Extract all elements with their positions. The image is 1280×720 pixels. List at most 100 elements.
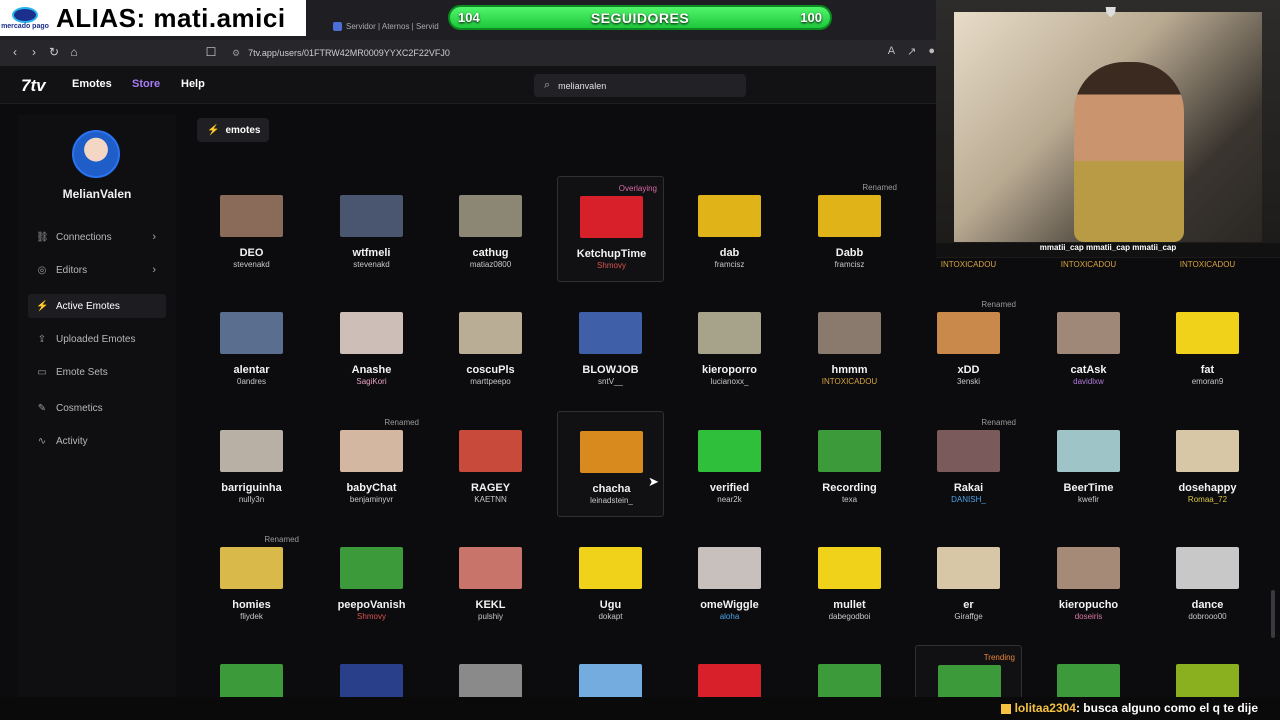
emote-card[interactable]: wtfmeli stevenakd [318, 176, 425, 282]
emote-owner[interactable]: leinadstein_ [558, 496, 665, 505]
emote-owner[interactable]: 0andres [198, 377, 305, 386]
emote-card[interactable]: coscuPls marttpeepo [437, 293, 544, 399]
emote-card[interactable]: RAGEY KAETNN [437, 411, 544, 517]
emote-card[interactable]: Anashe SagiKori [318, 293, 425, 399]
emote-owner[interactable]: INTOXICADOU [1035, 260, 1142, 269]
emote-tag: Renamed [384, 418, 419, 427]
sidebar-item-editors[interactable]: ◎ Editors › [28, 258, 166, 282]
emote-card[interactable]: barriguinha nully3n [198, 411, 305, 517]
emote-card[interactable]: verified near2k [676, 411, 783, 517]
emote-card[interactable]: chacha leinadstein_ [557, 411, 664, 517]
emote-owner[interactable]: kwefir [1035, 495, 1142, 504]
emote-owner[interactable]: DANISH_ [915, 495, 1022, 504]
emote-owner[interactable]: near2k [676, 495, 783, 504]
emote-card[interactable]: Renamed Rakai DANISH_ [915, 411, 1022, 517]
emote-owner[interactable]: dobrooo00 [1154, 612, 1261, 621]
scrollbar[interactable] [1271, 590, 1275, 638]
sidebar-item-emote-sets[interactable]: ▭ Emote Sets [28, 360, 166, 384]
emote-card[interactable]: dance dobrooo00 [1154, 528, 1261, 634]
emote-owner[interactable]: framcisz [676, 260, 783, 269]
sidebar-item-cosmetics[interactable]: ✎ Cosmetics [28, 396, 166, 420]
emote-card[interactable]: hmmm INTOXICADOU [796, 293, 903, 399]
emote-owner[interactable]: stevenakd [318, 260, 425, 269]
emote-owner[interactable]: 3enski [915, 377, 1022, 386]
share-icon[interactable]: ↗ [907, 45, 916, 58]
emote-owner[interactable]: Romaa_72 [1154, 495, 1261, 504]
search-input[interactable]: ⌕ melianvalen [534, 74, 746, 97]
site-info-icon[interactable]: ⚙ [232, 48, 240, 58]
emote-owner[interactable]: lucianoxx_ [676, 377, 783, 386]
emote-card[interactable]: Renamed xDD 3enski [915, 293, 1022, 399]
emote-owner[interactable]: dokapt [557, 612, 664, 621]
sidebar-item-active-emotes[interactable]: ⚡ Active Emotes [28, 294, 166, 318]
emote-owner[interactable]: doseiris [1035, 612, 1142, 621]
emote-card[interactable]: dosehappy Romaa_72 [1154, 411, 1261, 517]
emote-card[interactable]: dab framcisz [676, 176, 783, 282]
emote-owner[interactable]: emoran9 [1154, 377, 1261, 386]
nav-store[interactable]: Store [132, 78, 160, 90]
7tv-logo[interactable]: 7tv [21, 76, 46, 96]
emote-card[interactable]: BLOWJOB sntV__ [557, 293, 664, 399]
sidebar-item-connections[interactable]: ⛓ Connections › [28, 225, 166, 249]
emote-owner[interactable]: Shmovy [318, 612, 425, 621]
emote-owner[interactable]: benjaminyvr [318, 495, 425, 504]
emote-card[interactable]: fat emoran9 [1154, 293, 1261, 399]
emote-owner[interactable]: Shmovy [558, 261, 665, 270]
emote-card[interactable]: Renamed homies fliydek [198, 528, 305, 634]
emote-owner[interactable]: INTOXICADOU [1154, 260, 1261, 269]
emote-owner[interactable]: Giraffge [915, 612, 1022, 621]
emote-card[interactable]: KEKL pulshiy [437, 528, 544, 634]
emote-owner[interactable]: KAETNN [437, 495, 544, 504]
reload-icon[interactable]: ↻ [47, 45, 61, 59]
back-icon[interactable]: ‹ [8, 45, 22, 59]
emote-card[interactable]: cathug matiaz0800 [437, 176, 544, 282]
emote-card[interactable]: BeerTime kwefir [1035, 411, 1142, 517]
emote-owner[interactable]: dabegodboi [796, 612, 903, 621]
bookmark-icon[interactable]: ☐ [204, 45, 218, 59]
emote-card[interactable]: kieroporro lucianoxx_ [676, 293, 783, 399]
extension-icon[interactable]: ● [928, 45, 935, 58]
emote-card[interactable]: DEO stevenakd [198, 176, 305, 282]
emote-card[interactable]: alentar 0andres [198, 293, 305, 399]
emote-image [937, 430, 1000, 472]
emote-owner[interactable]: INTOXICADOU [915, 260, 1022, 269]
emote-owner[interactable]: texa [796, 495, 903, 504]
emote-card[interactable]: Renamed Dabb framcisz [796, 176, 903, 282]
emote-card[interactable]: er Giraffge [915, 528, 1022, 634]
emote-card[interactable]: omeWiggle aloha [676, 528, 783, 634]
translate-icon[interactable]: A [888, 45, 895, 58]
emote-card[interactable]: peepoVanish Shmovy [318, 528, 425, 634]
emote-owner[interactable]: marttpeepo [437, 377, 544, 386]
emote-card[interactable]: Renamed babyChat benjaminyvr [318, 411, 425, 517]
forward-icon[interactable]: › [27, 45, 41, 59]
emote-image [459, 195, 522, 237]
emote-owner[interactable]: matiaz0800 [437, 260, 544, 269]
emote-owner[interactable]: SagiKori [318, 377, 425, 386]
emote-owner[interactable]: aloha [676, 612, 783, 621]
emote-owner[interactable]: davidlxw [1035, 377, 1142, 386]
emote-card[interactable]: Recording texa [796, 411, 903, 517]
emote-card[interactable]: mullet dabegodboi [796, 528, 903, 634]
home-icon[interactable]: ⌂ [67, 45, 81, 59]
emote-card[interactable]: Overlaying KetchupTime Shmovy [557, 176, 664, 282]
emote-owner[interactable]: sntV__ [557, 377, 664, 386]
sidebar-item-activity[interactable]: ∿ Activity [28, 429, 166, 453]
emote-card[interactable]: Ugu dokapt [557, 528, 664, 634]
emote-image [818, 430, 881, 472]
emote-owner[interactable]: stevenakd [198, 260, 305, 269]
emote-owner[interactable]: fliydek [198, 612, 305, 621]
emote-owner[interactable]: INTOXICADOU [796, 377, 903, 386]
emotes-chip[interactable]: ⚡ emotes [197, 118, 269, 142]
emote-card[interactable]: catAsk davidlxw [1035, 293, 1142, 399]
sidebar-item-uploaded-emotes[interactable]: ⇪ Uploaded Emotes [28, 327, 166, 351]
nav-help[interactable]: Help [181, 78, 205, 90]
emote-owner[interactable]: nully3n [198, 495, 305, 504]
emote-image [1057, 312, 1120, 354]
url-field[interactable]: ⚙ 7tv.app/users/01FTRW42MR0009YYXC2F22VFJ… [232, 44, 450, 62]
browser-tab[interactable]: Servidor | Aternos | Servid [333, 18, 453, 34]
emote-owner[interactable]: framcisz [796, 260, 903, 269]
nav-emotes[interactable]: Emotes [72, 78, 112, 90]
emote-owner[interactable]: pulshiy [437, 612, 544, 621]
emote-card[interactable]: kieropucho doseiris [1035, 528, 1142, 634]
bolt-icon: ⚡ [36, 300, 49, 312]
